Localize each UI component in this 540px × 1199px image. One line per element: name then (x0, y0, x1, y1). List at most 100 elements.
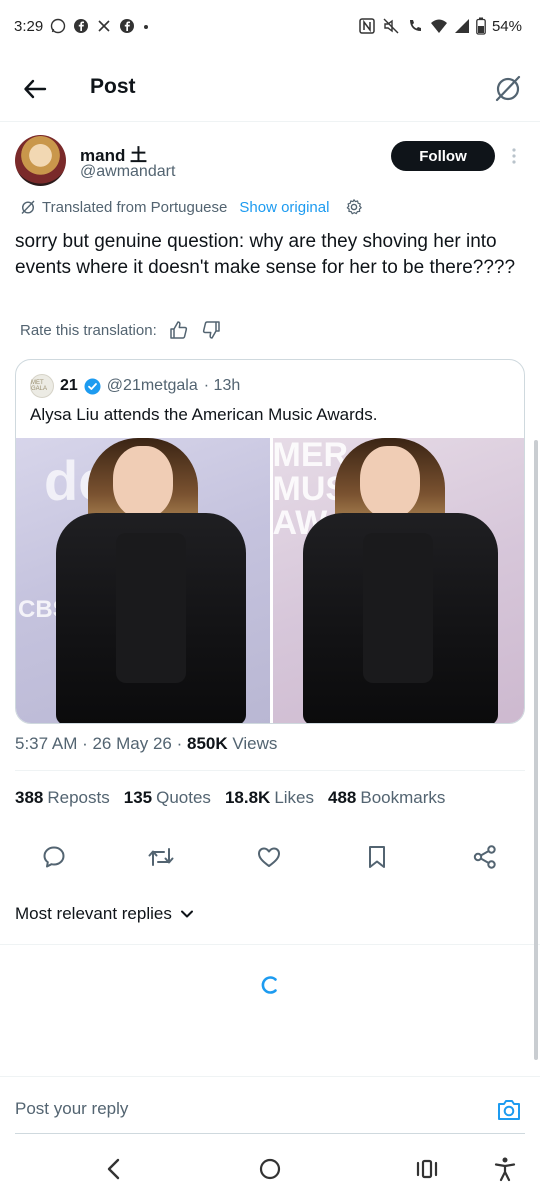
more-icon (512, 148, 516, 164)
thumbs-down-icon (202, 321, 220, 339)
header-divider (0, 121, 540, 122)
stat-label: Bookmarks (360, 788, 446, 807)
status-time: 3:29 (14, 17, 44, 35)
stat-label: Quotes (156, 788, 211, 807)
thumbs-up-icon (170, 321, 187, 339)
translate-icon (20, 199, 36, 215)
stat-label: Likes (274, 788, 314, 807)
nav-home-button[interactable] (253, 1154, 287, 1184)
translation-settings-button[interactable] (345, 198, 363, 216)
mute-icon (382, 17, 400, 35)
share-icon (473, 845, 496, 869)
bookmark-button[interactable] (362, 842, 392, 872)
stat-quotes[interactable]: 135 Quotes (124, 788, 211, 808)
translation-row: Translated from Portuguese Show original (20, 196, 363, 218)
status-bar: 3:29 54% (0, 0, 540, 52)
wifi-icon (430, 17, 448, 35)
show-original-link[interactable]: Show original (239, 199, 329, 216)
stat-count: 488 (328, 788, 357, 807)
gear-icon (347, 199, 363, 215)
replies-sort-label: Most relevant replies (15, 904, 172, 923)
post-text: sorry but genuine question: why are they… (15, 231, 516, 278)
dot-icon (142, 18, 150, 34)
top-app-bar: Post (0, 60, 540, 116)
nav-recents-button[interactable] (410, 1154, 444, 1184)
thumbs-down-button[interactable] (201, 320, 221, 340)
quoted-post-header: MET GALA 21 @21metgala · 13h (30, 374, 240, 398)
reply-input[interactable]: Post your reply (15, 1099, 128, 1119)
nav-home-icon (259, 1158, 281, 1180)
stat-count: 135 (123, 788, 153, 807)
quoted-avatar[interactable]: MET GALA (30, 374, 54, 398)
signal-icon (454, 18, 470, 34)
stat-count: 388 (15, 788, 44, 807)
battery-icon (476, 17, 486, 35)
facebook-icon (73, 18, 89, 34)
share-button[interactable] (470, 842, 500, 872)
stat-count: 18.8K (224, 788, 271, 807)
whatsapp-icon (50, 18, 66, 34)
stat-likes[interactable]: 18.8K Likes (225, 788, 314, 808)
status-left: 3:29 (14, 18, 150, 35)
facebook-icon-2 (119, 18, 135, 34)
reply-underline (15, 1133, 525, 1134)
stat-bookmarks[interactable]: 488 Bookmarks (328, 788, 445, 808)
reply-composer[interactable]: Post your reply (0, 1076, 540, 1134)
quoted-post-time: · 13h (203, 377, 241, 394)
rate-translation-label: Rate this translation: (20, 321, 157, 339)
loading-spinner-icon (261, 976, 277, 994)
quoted-media: dcp CBS MERMUSAW (16, 438, 524, 723)
quoted-post[interactable]: MET GALA 21 @21metgala · 13h Alysa Liu a… (15, 359, 525, 724)
status-right: 54% (358, 17, 522, 35)
divider-top (15, 770, 525, 771)
quoted-author-name: 21 (60, 377, 78, 394)
avatar[interactable] (15, 135, 66, 186)
chevron-down-icon (180, 910, 193, 918)
grok-icon (495, 75, 521, 102)
rate-translation-row: Rate this translation: (20, 318, 221, 342)
nav-recents-icon (416, 1159, 438, 1179)
nfc-icon (358, 17, 376, 35)
views-label: Views (232, 734, 278, 753)
replies-sort-dropdown[interactable]: Most relevant replies (15, 904, 194, 924)
page-title: Post (90, 75, 136, 98)
wifi-call-icon (406, 17, 424, 35)
repost-button[interactable] (146, 842, 176, 872)
engagement-stats: 388 Reposts 135 Quotes 18.8K Likes 488 Bookm… (15, 788, 445, 808)
accessibility-icon (494, 1157, 516, 1182)
repost-icon (148, 848, 174, 866)
like-icon (258, 847, 280, 867)
nav-back-icon (107, 1158, 120, 1180)
back-button[interactable] (18, 72, 52, 106)
camera-button[interactable] (494, 1095, 524, 1125)
post-timestamp: 5:37 AM · 26 May 26 · 850K Views (15, 734, 277, 754)
reply-button[interactable] (39, 842, 69, 872)
quoted-image-1[interactable]: dcp CBS (16, 438, 270, 723)
reply-icon (43, 846, 65, 868)
translated-from-label: Translated from Portuguese (42, 198, 228, 216)
grok-button[interactable] (490, 70, 526, 106)
scrollbar[interactable] (534, 440, 538, 1060)
more-button[interactable] (503, 143, 525, 169)
author-handle[interactable]: @awmandart (80, 163, 175, 181)
system-nav-bar (0, 1140, 540, 1199)
stat-reposts[interactable]: 388 Reposts (15, 788, 110, 808)
action-bar (0, 838, 540, 874)
thumbs-up-button[interactable] (169, 320, 189, 340)
post-time: 5:37 AM · 26 May 26 · (15, 734, 183, 753)
stat-label: Reposts (47, 788, 110, 807)
replies-divider (0, 944, 540, 945)
views-count: 850K (186, 734, 228, 753)
back-arrow-icon (24, 79, 47, 99)
nav-accessibility-button[interactable] (488, 1154, 522, 1184)
quoted-author-handle: @21metgala (106, 377, 198, 394)
quoted-post-text: Alysa Liu attends the American Music Awa… (30, 405, 378, 424)
tools-icon (96, 18, 112, 34)
nav-back-button[interactable] (97, 1154, 131, 1184)
battery-level: 54% (491, 17, 522, 35)
like-button[interactable] (254, 842, 284, 872)
post-author: mand 土 @awmandart Follow (15, 135, 525, 191)
quoted-image-2[interactable]: MER MUS AW (272, 438, 524, 723)
follow-button[interactable]: Follow (391, 141, 495, 171)
bookmark-icon (369, 846, 385, 868)
